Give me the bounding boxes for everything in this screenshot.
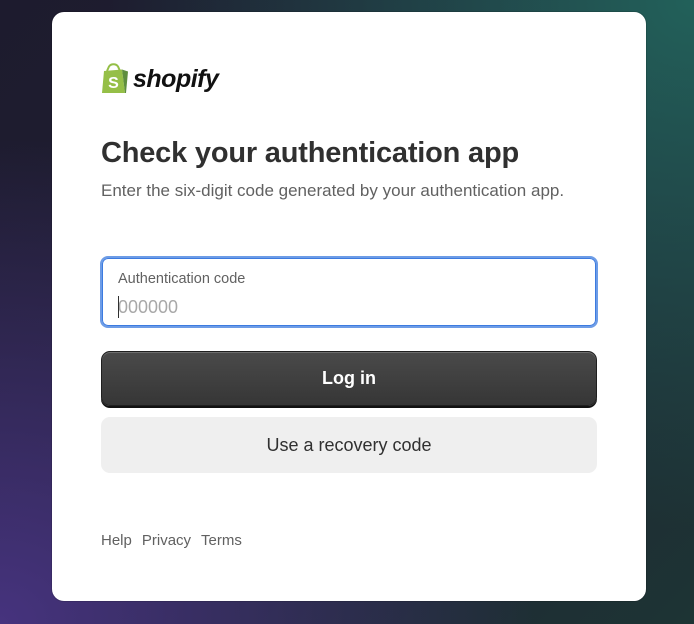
terms-link[interactable]: Terms xyxy=(201,532,242,549)
svg-text:S: S xyxy=(108,75,119,92)
brand-wordmark: shopify xyxy=(133,64,219,93)
shopify-bag-icon: S xyxy=(101,62,129,95)
page-subtitle: Enter the six-digit code generated by yo… xyxy=(101,181,565,200)
authentication-code-field[interactable]: Authentication code xyxy=(100,256,598,328)
privacy-link[interactable]: Privacy xyxy=(142,532,191,549)
recovery-code-button[interactable]: Use a recovery code xyxy=(101,417,597,473)
footer-links: Help Privacy Terms xyxy=(101,532,242,549)
help-link[interactable]: Help xyxy=(101,532,132,549)
login-card: S shopify Check your authentication app … xyxy=(52,12,646,601)
page-title: Check your authentication app xyxy=(101,137,519,169)
authentication-code-input[interactable] xyxy=(117,294,578,320)
shopify-logo: S shopify xyxy=(101,60,219,96)
login-button[interactable]: Log in xyxy=(101,351,597,406)
authentication-code-label: Authentication code xyxy=(118,271,246,287)
text-caret xyxy=(118,296,119,318)
